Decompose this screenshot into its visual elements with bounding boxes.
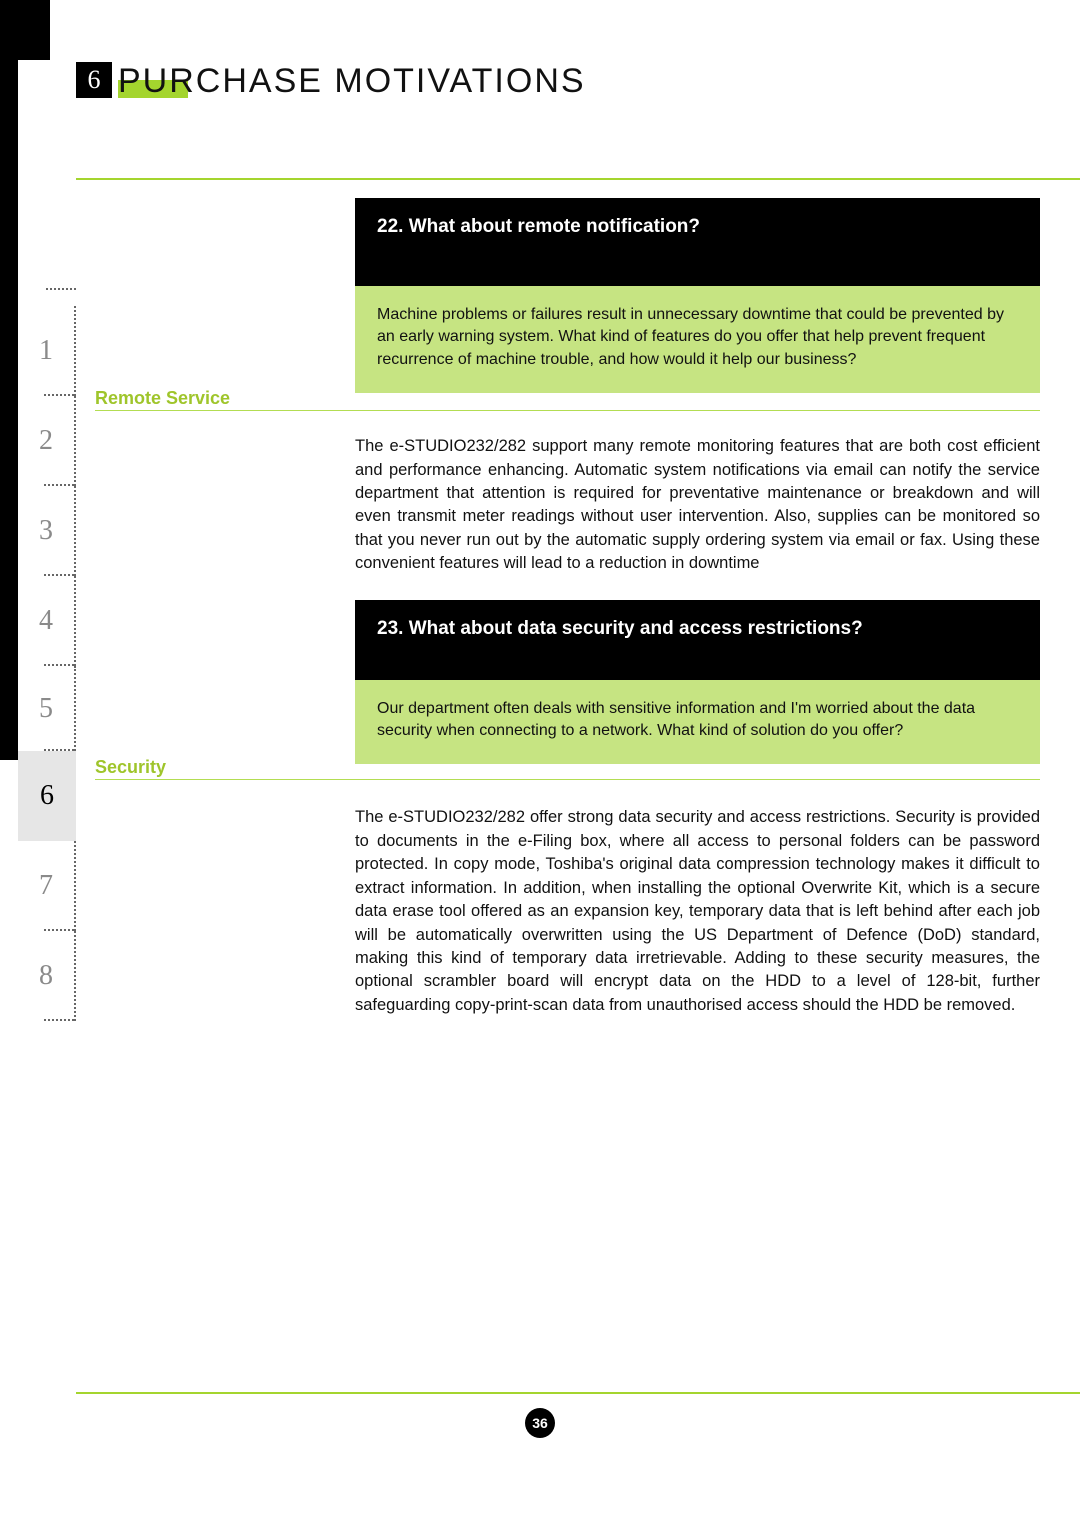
- tab-2[interactable]: 2: [18, 396, 76, 486]
- section-label-security: Security: [95, 757, 166, 778]
- chapter-header: 6 PURCHASE MOTIVATIONS: [76, 62, 586, 101]
- question-header-22: 22. What about remote notification?: [355, 198, 1040, 286]
- tab-dots: [46, 288, 76, 290]
- side-black-strip: [0, 0, 18, 760]
- tab-8[interactable]: 8: [18, 931, 76, 1021]
- content-column: 22. What about remote notification? Mach…: [355, 198, 1040, 1041]
- question-body-22: Machine problems or failures result in u…: [355, 286, 1040, 393]
- chapter-title: PURCHASE MOTIVATIONS: [118, 62, 586, 101]
- section-label-remote-service: Remote Service: [95, 388, 230, 409]
- answer-23: The e-STUDIO232/282 offer strong data se…: [355, 806, 1040, 1017]
- divider-bottom: [76, 1392, 1080, 1394]
- tab-7[interactable]: 7: [18, 841, 76, 931]
- chapter-tabs: 1 2 3 4 5 6 7 8: [18, 306, 76, 1021]
- page-number: 36: [525, 1408, 555, 1438]
- tab-6[interactable]: 6: [18, 751, 76, 841]
- tab-5[interactable]: 5: [18, 666, 76, 751]
- chapter-number-badge: 6: [76, 62, 112, 98]
- question-body-23: Our department often deals with sensitiv…: [355, 680, 1040, 765]
- question-header-23: 23. What about data security and access …: [355, 600, 1040, 680]
- tab-4[interactable]: 4: [18, 576, 76, 666]
- tab-1[interactable]: 1: [18, 306, 76, 396]
- answer-22: The e-STUDIO232/282 support many remote …: [355, 435, 1040, 576]
- divider-top: [76, 178, 1080, 180]
- tab-3[interactable]: 3: [18, 486, 76, 576]
